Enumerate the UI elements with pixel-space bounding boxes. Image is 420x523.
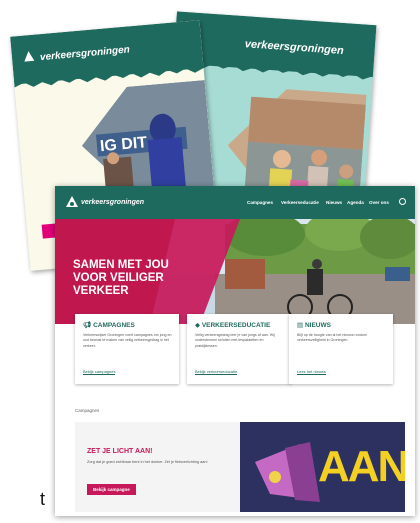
card-campagnes-body: Verkeerswijzer Groningen voert campagnes… xyxy=(83,333,172,348)
section-label: Campagnes xyxy=(75,408,100,413)
search-icon[interactable] xyxy=(399,198,406,205)
poster-text: AAN xyxy=(318,442,405,491)
card-nieuws-body: Blijf op de hoogte van al het nieuws ron… xyxy=(297,333,367,343)
card-campagnes-link[interactable]: Bekijk campagnes xyxy=(83,369,116,375)
news-icon: ▤ xyxy=(297,322,304,329)
card-campagnes[interactable]: 📢︎ CAMPAGNES Verkeerswijzer Groningen vo… xyxy=(75,314,179,384)
card-verkeerseducatie-body: Veilig verkeersgedrag leer je van jongs … xyxy=(195,333,275,348)
card-nieuws-title: ▤ NIEUWS xyxy=(297,322,331,329)
card-nieuws-link[interactable]: Lees het nieuws xyxy=(297,369,326,375)
hero-title-line1: SAMEN MET JOU xyxy=(73,259,169,271)
nav-verkeerseducatie[interactable]: Verkeerseducatie xyxy=(281,200,319,205)
site-logo-mark[interactable] xyxy=(65,195,79,209)
nav-campagnes[interactable]: Campagnes xyxy=(247,200,273,205)
campaign-title: ZET JE LICHT AAN! xyxy=(87,448,153,455)
brochure-front-photo: IG DIT xyxy=(77,79,215,201)
page-fragment-text: t xyxy=(40,489,46,509)
graduation-cap-icon: ◆ xyxy=(195,322,200,329)
hero-title-line2: VOOR VEILIGER xyxy=(73,272,164,284)
brochure-front-logo-mark xyxy=(21,49,36,64)
card-verkeerseducatie-link[interactable]: Bekijk verkeerseducatie xyxy=(195,369,238,375)
nav-agenda[interactable]: Agenda xyxy=(347,200,364,205)
site-logo[interactable]: verkeersgroningen xyxy=(81,199,144,206)
campaign-block: ZET JE LICHT AAN! Zorg dat je goed zicht… xyxy=(75,422,405,512)
card-verkeerseducatie[interactable]: ◆ VERKEERSEDUCATIE Veilig verkeersgedrag… xyxy=(187,314,291,384)
hero-title-line3: VERKEER xyxy=(73,285,129,297)
hero-banner: SAMEN MET JOU VOOR VEILIGER VERKEER xyxy=(55,211,415,324)
campaign-poster: AAN xyxy=(240,422,405,512)
site-header: verkeersgroningen Campagnes Verkeerseduc… xyxy=(55,186,415,219)
nav-nieuws[interactable]: Nieuws xyxy=(326,200,342,205)
card-nieuws[interactable]: ▤ NIEUWS Blijf op de hoogte van al het n… xyxy=(289,314,393,384)
card-campagnes-title: 📢︎ CAMPAGNES xyxy=(83,322,135,329)
megaphone-icon: 📢︎ xyxy=(83,322,92,329)
hero-title: SAMEN MET JOU VOOR VEILIGER VERKEER xyxy=(73,259,169,298)
nav-over-ons[interactable]: Over ons xyxy=(369,200,389,205)
website-screenshot: verkeersgroningen Campagnes Verkeerseduc… xyxy=(55,186,415,516)
campaign-body: Zorg dat je goed zichtbaar bent in het d… xyxy=(87,460,208,464)
card-verkeerseducatie-title: ◆ VERKEERSEDUCATIE xyxy=(195,322,271,329)
campaign-button[interactable]: Bekijk campagne xyxy=(87,484,136,495)
